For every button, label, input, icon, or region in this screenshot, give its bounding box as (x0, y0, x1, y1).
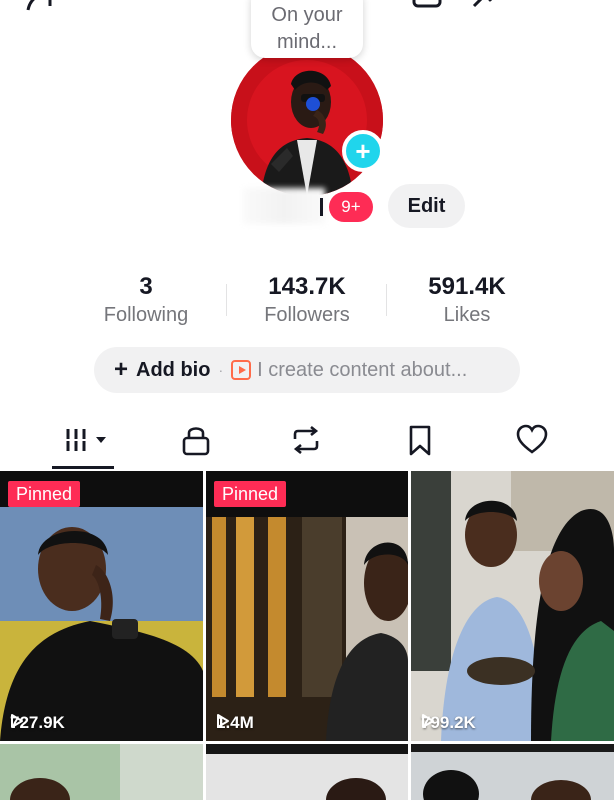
likes-label: Likes (443, 304, 491, 326)
tab-reposts[interactable] (286, 420, 326, 460)
add-bio-button[interactable]: + Add bio · I create content about... (94, 347, 520, 393)
plus-icon: + (114, 356, 129, 383)
status-note-line1: On your (271, 4, 343, 26)
status-note-bubble[interactable]: On your mind... (251, 0, 363, 58)
status-note-line2: mind... (276, 31, 338, 53)
view-count: 799.2K (421, 713, 476, 733)
stat-likes[interactable]: 591.4K Likes (392, 272, 542, 328)
heart-icon (516, 424, 548, 454)
active-tab-indicator (52, 466, 114, 469)
lock-icon (182, 427, 210, 456)
notification-badge[interactable]: 9+ (329, 192, 373, 222)
video-thumbnail[interactable]: Pinned 1.4M (206, 471, 408, 741)
pinned-badge: Pinned (214, 481, 287, 507)
tab-favorites[interactable] (400, 420, 440, 460)
add-bio-label: Add bio (136, 358, 211, 381)
add-story-button[interactable]: + (342, 130, 384, 172)
video-thumbnail[interactable] (206, 744, 408, 800)
username-redacted (243, 188, 325, 224)
play-icon (217, 714, 229, 728)
play-icon (11, 714, 23, 728)
creator-tools-icon[interactable] (408, 0, 448, 16)
tab-liked[interactable] (512, 420, 552, 460)
pinned-badge: Pinned (8, 481, 81, 507)
repost-icon (293, 425, 319, 455)
menu-icon[interactable] (536, 0, 576, 16)
likes-count: 591.4K (428, 273, 506, 300)
stat-divider (226, 284, 227, 316)
tab-videos[interactable] (62, 420, 112, 460)
following-label: Following (103, 304, 189, 326)
video-thumbnail[interactable]: Pinned 727.9K (0, 471, 203, 741)
video-play-icon (231, 360, 252, 380)
videos-grid-icon (66, 429, 106, 451)
bio-separator: · (218, 362, 224, 378)
stat-divider (386, 284, 387, 316)
video-thumbnail[interactable]: 799.2K (411, 471, 614, 741)
add-friend-icon[interactable] (22, 0, 62, 16)
stat-following[interactable]: 3 Following (71, 272, 221, 328)
video-thumbnail[interactable] (411, 744, 614, 800)
username-fragment (320, 198, 323, 216)
bookmark-icon (409, 425, 431, 456)
followers-label: Followers (264, 304, 350, 326)
view-count: 1.4M (216, 713, 254, 733)
edit-profile-button[interactable]: Edit (388, 184, 465, 228)
followers-count: 143.7K (268, 273, 346, 300)
play-icon (422, 714, 434, 728)
tab-private[interactable] (176, 420, 216, 460)
bio-hint: I create content about... (257, 358, 468, 381)
profile-avatar-area: + (229, 40, 385, 196)
avatar[interactable] (231, 44, 383, 196)
video-grid: Pinned 727.9K Pinned 1.4M 799.2K (0, 471, 614, 800)
view-count: 727.9K (10, 713, 65, 733)
activity-icon[interactable] (468, 0, 508, 16)
stat-followers[interactable]: 143.7K Followers (232, 272, 382, 328)
video-thumbnail[interactable] (0, 744, 203, 800)
following-count: 3 (139, 273, 153, 300)
